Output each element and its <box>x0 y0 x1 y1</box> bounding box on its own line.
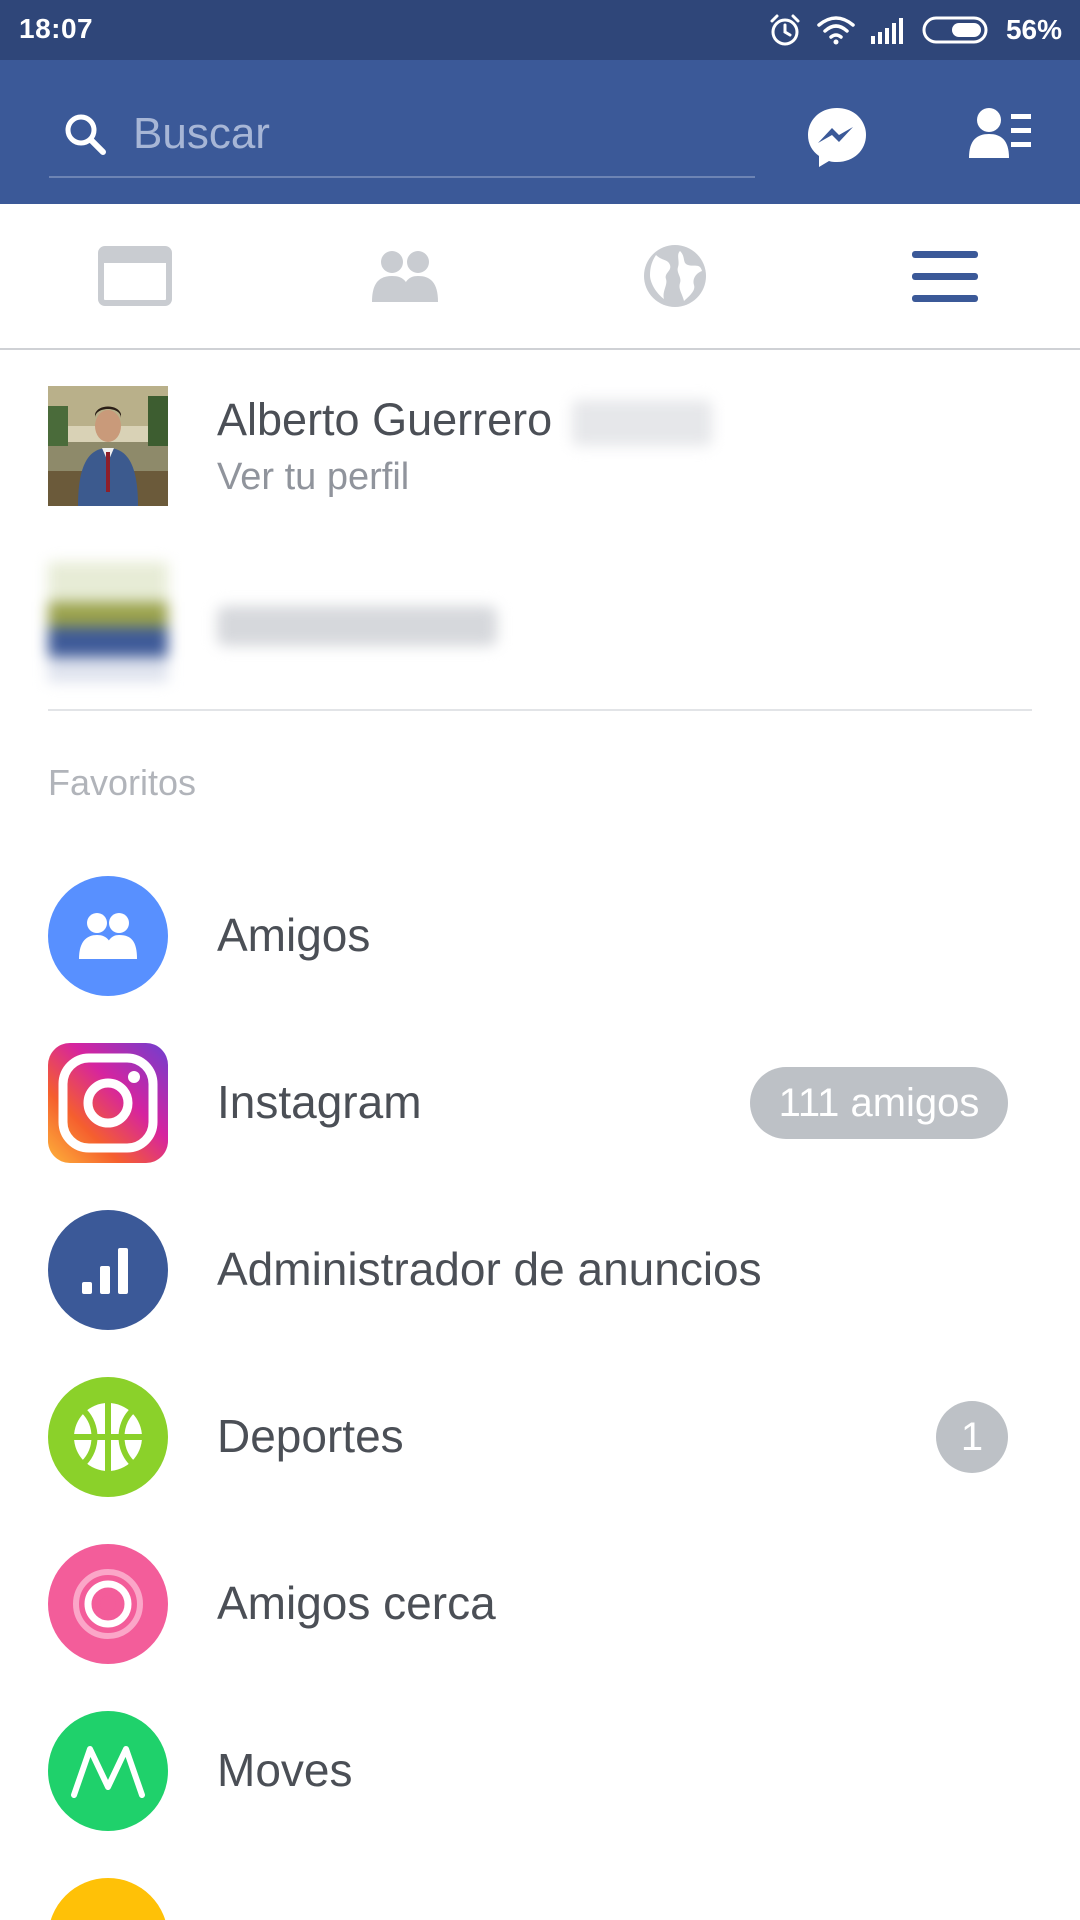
fav-item-amigos-cerca[interactable]: Amigos cerca <box>0 1520 1080 1687</box>
fav-label: Deportes <box>217 1410 404 1462</box>
fav-label: Administrador de anuncios <box>217 1243 762 1295</box>
tab-bar <box>0 204 1080 350</box>
news-feed-icon <box>98 246 172 306</box>
fav-item-ads-manager[interactable]: Administrador de anuncios <box>0 1186 1080 1353</box>
profile-name: Alberto Guerrero <box>217 394 553 445</box>
fav-label: Instagram <box>217 1076 422 1128</box>
messenger-icon <box>808 108 866 167</box>
avatar <box>48 386 168 506</box>
alarm-icon <box>770 14 800 46</box>
fav-item-moves[interactable]: Moves <box>0 1687 1080 1854</box>
fav-label: Amigos <box>217 909 371 961</box>
profile-row[interactable]: Alberto Guerrero Ver tu perfil <box>0 370 1080 520</box>
search-icon <box>65 114 106 155</box>
sports-count-badge: 1 <box>936 1401 1008 1473</box>
friend-requests-icon <box>969 108 1031 158</box>
globe-icon <box>644 245 706 307</box>
status-time: 18:07 <box>19 13 94 44</box>
messenger-button[interactable] <box>802 102 872 172</box>
sports-ball-icon <box>48 1377 168 1497</box>
fav-item-amigos[interactable]: Amigos <box>0 852 1080 1019</box>
top-bar <box>0 60 1080 204</box>
instagram-friends-badge: 111 amigos <box>750 1067 1008 1139</box>
divider <box>48 709 1032 711</box>
search-input[interactable] <box>133 104 733 164</box>
view-profile-link: Ver tu perfil <box>217 456 410 498</box>
redacted-page-name <box>217 606 497 646</box>
fav-item-instagram[interactable]: Instagram 111 amigos <box>0 1019 1080 1186</box>
signal-icon <box>870 18 903 44</box>
fav-label: Moves <box>217 1744 353 1796</box>
status-bar: 18:07 56% <box>0 0 1080 60</box>
status-icons: 56% <box>768 10 1062 50</box>
tab-notifications[interactable] <box>540 204 810 348</box>
wifi-icon <box>817 16 855 45</box>
search-bar[interactable] <box>49 98 755 178</box>
tab-news-feed[interactable] <box>0 204 270 348</box>
fav-item-partial[interactable] <box>0 1854 1080 1920</box>
redacted-surname <box>572 400 712 446</box>
app-icon <box>48 1878 168 1920</box>
tab-friends[interactable] <box>270 204 540 348</box>
battery-percentage: 56% <box>1005 14 1062 45</box>
instagram-icon <box>48 1043 168 1163</box>
fav-item-deportes[interactable]: Deportes 1 <box>0 1353 1080 1520</box>
moves-icon <box>48 1711 168 1831</box>
friend-requests-button[interactable] <box>965 102 1035 172</box>
nearby-friends-icon <box>48 1544 168 1664</box>
hamburger-menu-icon <box>912 251 978 302</box>
friends-icon <box>372 251 438 302</box>
friends-icon <box>48 876 168 996</box>
favorites-title: Favoritos <box>48 762 197 803</box>
page-row[interactable] <box>0 552 1080 702</box>
battery-icon <box>922 16 988 44</box>
bar-chart-icon <box>48 1210 168 1330</box>
fav-label: Amigos cerca <box>217 1577 496 1629</box>
page-avatar <box>48 562 168 682</box>
tab-menu[interactable] <box>810 204 1080 348</box>
